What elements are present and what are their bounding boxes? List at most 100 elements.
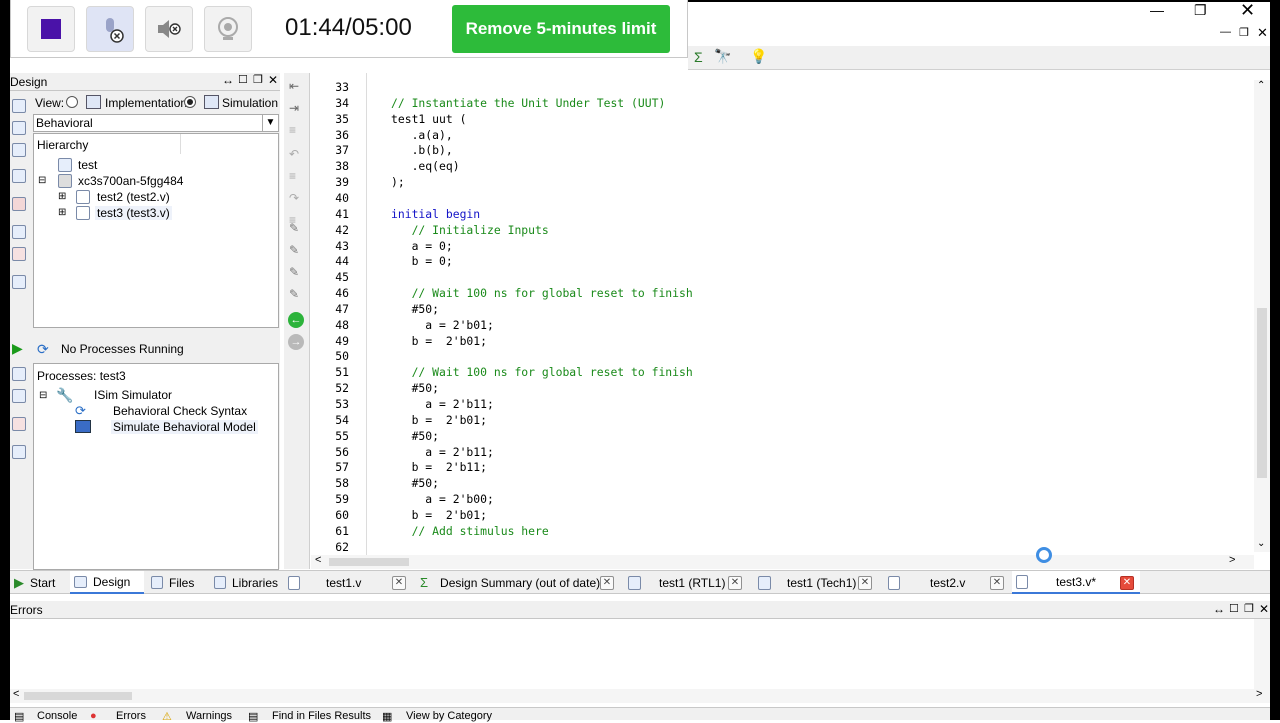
doc-close-icon[interactable]: ✕ — [1257, 25, 1268, 41]
panel-close-icon[interactable]: ✕ — [268, 73, 278, 87]
tab-files[interactable]: Files — [147, 571, 205, 594]
list2-icon[interactable]: ≡ — [289, 169, 296, 183]
undo-icon[interactable]: ↶ — [289, 147, 299, 161]
hscroll-thumb[interactable] — [24, 692, 132, 700]
process-view-icon[interactable] — [12, 445, 26, 459]
simulation-radio[interactable] — [184, 96, 196, 108]
errors-vertical-scrollbar[interactable] — [1254, 619, 1270, 689]
view-icon[interactable] — [12, 275, 26, 289]
close-tab-icon[interactable]: ✕ — [1120, 576, 1134, 590]
code-line[interactable]: a = 2'b01; — [391, 317, 494, 333]
properties-icon[interactable] — [12, 225, 26, 239]
code-line[interactable]: // Add stimulus here — [391, 523, 549, 539]
code-line[interactable]: b = 2'b01; — [391, 412, 487, 428]
refresh-icon[interactable]: ⟳ — [37, 341, 49, 358]
code-line[interactable]: a = 0; — [391, 238, 453, 254]
close-tab-icon[interactable]: ✕ — [392, 576, 406, 590]
scroll-right-icon[interactable]: > — [1229, 554, 1235, 566]
sigma-icon[interactable]: Σ — [694, 49, 703, 65]
tab-start[interactable]: ▶ Start — [10, 571, 68, 594]
code-line[interactable]: ); — [391, 174, 405, 190]
code-line[interactable]: #50; — [391, 301, 439, 317]
outdent-icon[interactable]: ⇥ — [289, 101, 299, 115]
close-tab-icon[interactable]: ✕ — [990, 576, 1004, 590]
remove-icon[interactable] — [12, 197, 26, 211]
code-line[interactable]: // Initialize Inputs — [391, 222, 549, 238]
tree-item-test3[interactable]: test3 (test3.v) — [95, 206, 172, 220]
hscroll-thumb[interactable] — [329, 558, 409, 566]
panel-restore-icon[interactable]: ☐ — [1229, 602, 1239, 615]
code-line[interactable]: b = 2'b01; — [391, 333, 487, 349]
marker2-icon[interactable]: ✎ — [289, 243, 299, 257]
expand-icon[interactable]: ⊞ — [58, 191, 66, 202]
telescope-icon[interactable]: 🔭 — [714, 48, 731, 65]
restore-icon[interactable]: ❐ — [1194, 2, 1207, 19]
add-source-icon[interactable] — [12, 121, 26, 135]
tab-test2-v[interactable]: test2.v ✕ — [884, 571, 1012, 594]
code-line[interactable]: .b(b), — [391, 142, 453, 158]
code-line[interactable]: .a(a), — [391, 127, 453, 143]
lightbulb-icon[interactable]: 💡 — [750, 48, 767, 65]
tree-item-device[interactable]: xc3s700an-5fgg484 — [78, 174, 183, 188]
forward-arrow-icon[interactable]: → — [288, 334, 304, 350]
run-icon[interactable]: ▶ — [12, 340, 23, 357]
process-check-icon[interactable] — [12, 417, 26, 431]
process-tree2-icon[interactable] — [12, 389, 26, 403]
new-source-icon[interactable] — [12, 99, 26, 113]
scroll-thumb[interactable] — [1257, 308, 1267, 478]
panel-float-icon[interactable]: ↔ — [222, 73, 234, 87]
tab-view-by-category[interactable]: View by Category — [406, 710, 492, 722]
mic-button[interactable] — [86, 6, 134, 52]
panel-close-icon[interactable]: ✕ — [1259, 602, 1269, 616]
stop-record-button[interactable] — [27, 6, 75, 52]
tab-design[interactable]: Design — [70, 571, 144, 594]
code-line[interactable]: // Wait 100 ns for global reset to finis… — [391, 364, 693, 380]
code-line[interactable]: a = 2'b11; — [391, 444, 494, 460]
expand-icon[interactable]: ⊞ — [58, 207, 66, 218]
code-line[interactable]: b = 0; — [391, 253, 453, 269]
simulation-label[interactable]: Simulation — [222, 96, 278, 110]
tab-design-summary[interactable]: Σ Design Summary (out of date) ✕ — [416, 571, 622, 594]
close-icon[interactable]: ✕ — [1240, 0, 1255, 21]
code-editor[interactable] — [311, 73, 1270, 555]
close-tab-icon[interactable]: ✕ — [728, 576, 742, 590]
scroll-left-icon[interactable]: < — [315, 554, 321, 566]
tree-item-test[interactable]: test — [78, 158, 97, 172]
view-mode-select[interactable]: Behavioral ▼ — [33, 114, 279, 132]
close-tab-icon[interactable]: ✕ — [600, 576, 614, 590]
tab-console[interactable]: Console — [37, 710, 77, 722]
tab-test1-tech[interactable]: test1 (Tech1) ✕ — [754, 571, 878, 594]
tree-item-test2[interactable]: test2 (test2.v) — [97, 190, 170, 204]
panel-float-icon[interactable]: ↔ — [1213, 602, 1225, 616]
code-line[interactable]: .eq(eq) — [391, 158, 460, 174]
tab-test1-v[interactable]: test1.v ✕ — [284, 571, 414, 594]
check-icon[interactable] — [12, 247, 26, 261]
code-line[interactable]: b = 2'b11; — [391, 459, 487, 475]
editor-horizontal-scrollbar[interactable]: < > — [311, 554, 1254, 569]
code-line[interactable]: // Wait 100 ns for global reset to finis… — [391, 285, 693, 301]
code-line[interactable]: b = 2'b01; — [391, 507, 487, 523]
code-line[interactable]: a = 2'b11; — [391, 396, 494, 412]
code-line[interactable]: // Instantiate the Unit Under Test (UUT) — [391, 95, 665, 111]
list-icon[interactable]: ≡ — [289, 123, 296, 137]
code-line[interactable]: a = 2'b00; — [391, 491, 494, 507]
tab-errors[interactable]: Errors — [116, 710, 146, 722]
tab-test3-v[interactable]: test3.v* ✕ — [1012, 571, 1140, 594]
scroll-up-icon[interactable]: ⌃ — [1257, 80, 1265, 91]
remove-limit-button[interactable]: Remove 5-minutes limit — [452, 5, 670, 53]
panel-restore-icon[interactable]: ☐ — [238, 73, 248, 86]
minimize-icon[interactable]: — — [1150, 2, 1164, 18]
simulate-behavioral-item[interactable]: Simulate Behavioral Model — [111, 420, 258, 434]
doc-minimize-icon[interactable]: — — [1220, 26, 1231, 38]
grid-icon[interactable] — [12, 169, 26, 183]
add-copy-icon[interactable] — [12, 143, 26, 157]
indent-icon[interactable]: ⇤ — [289, 79, 299, 93]
scroll-right-icon[interactable]: > — [1256, 688, 1262, 700]
errors-horizontal-scrollbar[interactable]: < > — [10, 688, 1270, 703]
tab-find-results[interactable]: Find in Files Results — [272, 710, 371, 722]
webcam-button[interactable] — [204, 6, 252, 52]
check-syntax-item[interactable]: Behavioral Check Syntax — [113, 404, 247, 418]
back-arrow-icon[interactable]: ← — [288, 312, 304, 328]
redo-icon[interactable]: ↷ — [289, 191, 299, 205]
collapse-icon[interactable]: ⊟ — [38, 175, 46, 186]
